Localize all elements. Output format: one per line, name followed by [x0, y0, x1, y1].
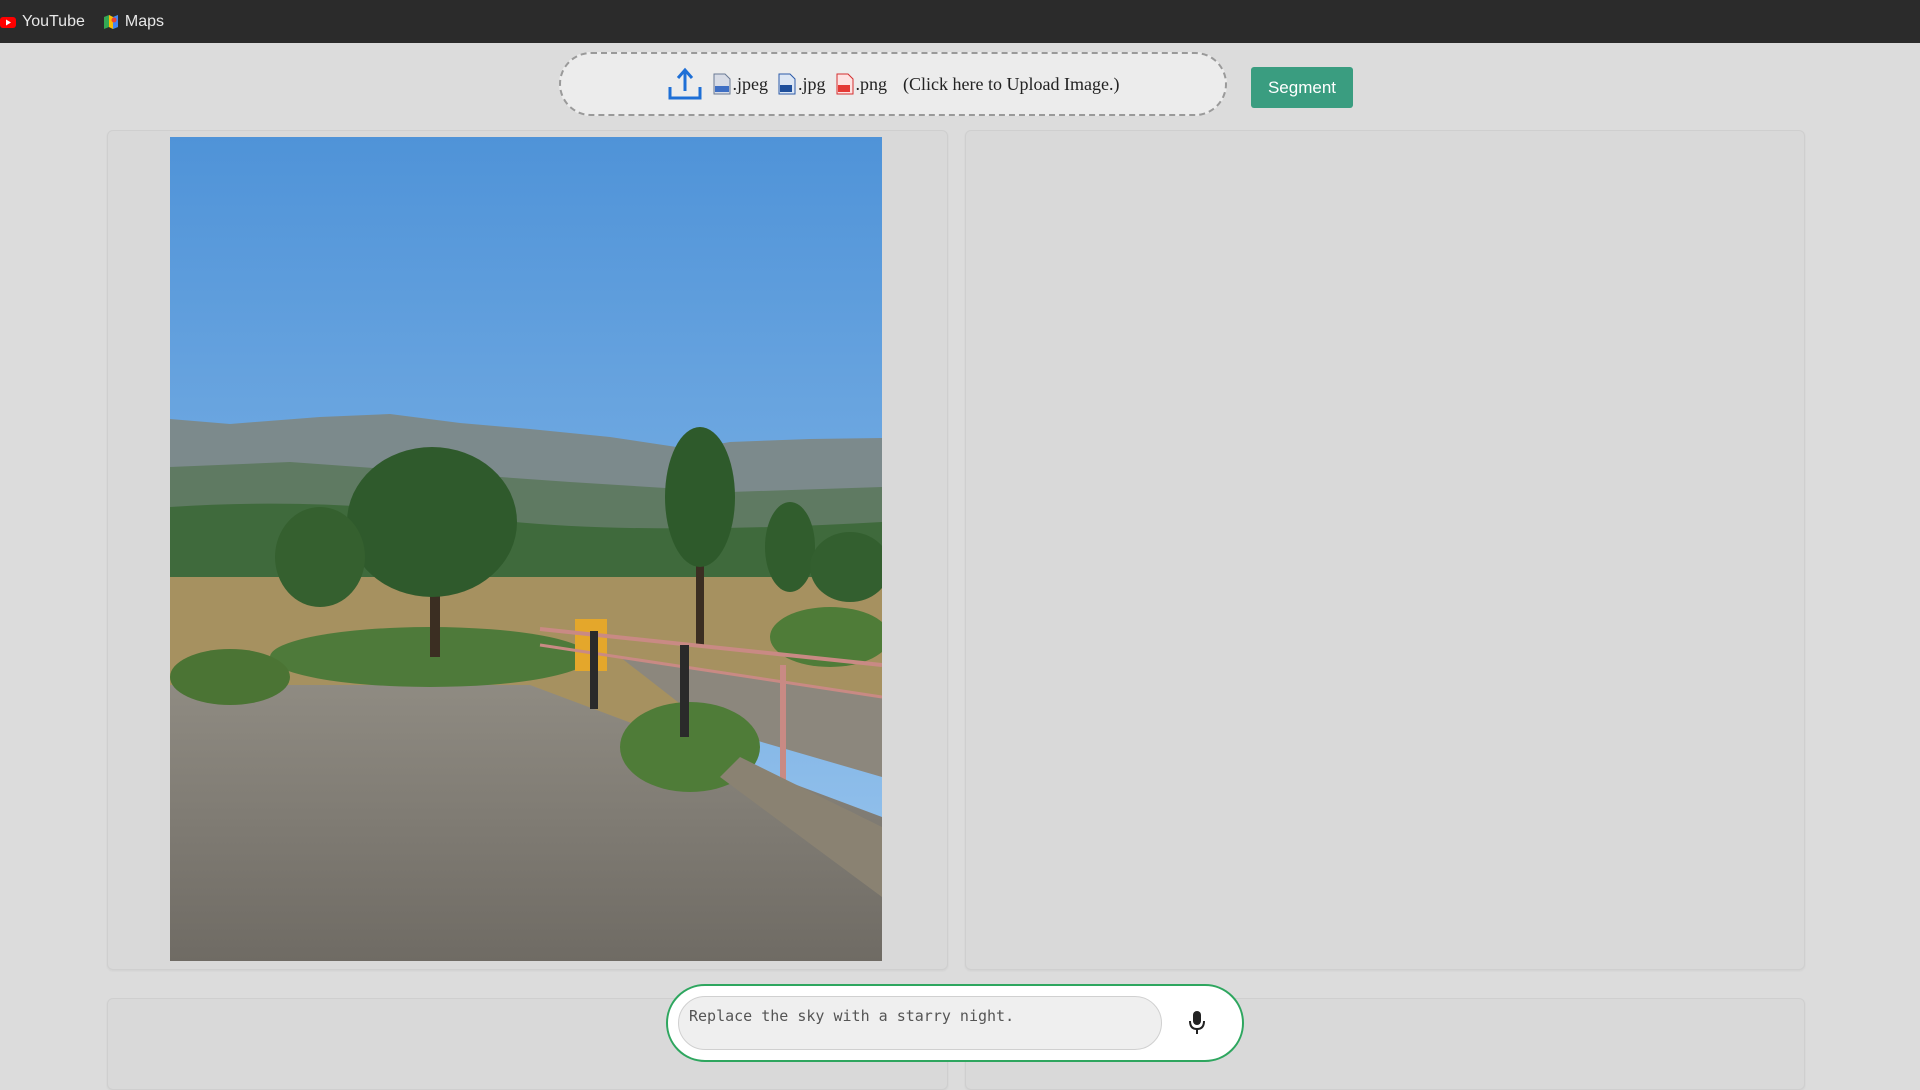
prompt-container	[666, 984, 1244, 1062]
upload-dropzone[interactable]: .jpeg .jpg .png (Click here to Upload Im…	[559, 52, 1227, 116]
microphone-icon	[1189, 1011, 1205, 1034]
output-image-panel	[965, 130, 1805, 970]
bookmark-youtube[interactable]: YouTube	[0, 13, 85, 31]
prompt-input[interactable]	[678, 996, 1162, 1050]
png-file-icon	[836, 73, 854, 95]
upload-hint: (Click here to Upload Image.)	[903, 73, 1120, 94]
format-label: .jpeg	[732, 73, 769, 94]
jpg-file-icon	[778, 73, 796, 95]
youtube-icon	[0, 16, 16, 28]
bookmark-label: YouTube	[22, 12, 85, 30]
jpeg-file-icon	[713, 73, 731, 95]
mic-button[interactable]	[1182, 1008, 1212, 1038]
maps-icon	[103, 14, 118, 29]
bookmark-maps[interactable]: Maps	[103, 13, 164, 31]
segment-button[interactable]: Segment	[1251, 67, 1353, 108]
format-label: .png	[855, 73, 888, 94]
bookmark-label: Maps	[124, 12, 164, 30]
format-jpg: .jpg	[778, 73, 826, 95]
uploaded-image	[170, 137, 882, 961]
format-jpeg: .jpeg	[713, 73, 769, 95]
bookmarks-bar: YouTube Maps	[0, 0, 1920, 43]
format-png: .png	[836, 73, 888, 95]
upload-icon	[668, 67, 702, 100]
format-label: .jpg	[798, 73, 826, 94]
